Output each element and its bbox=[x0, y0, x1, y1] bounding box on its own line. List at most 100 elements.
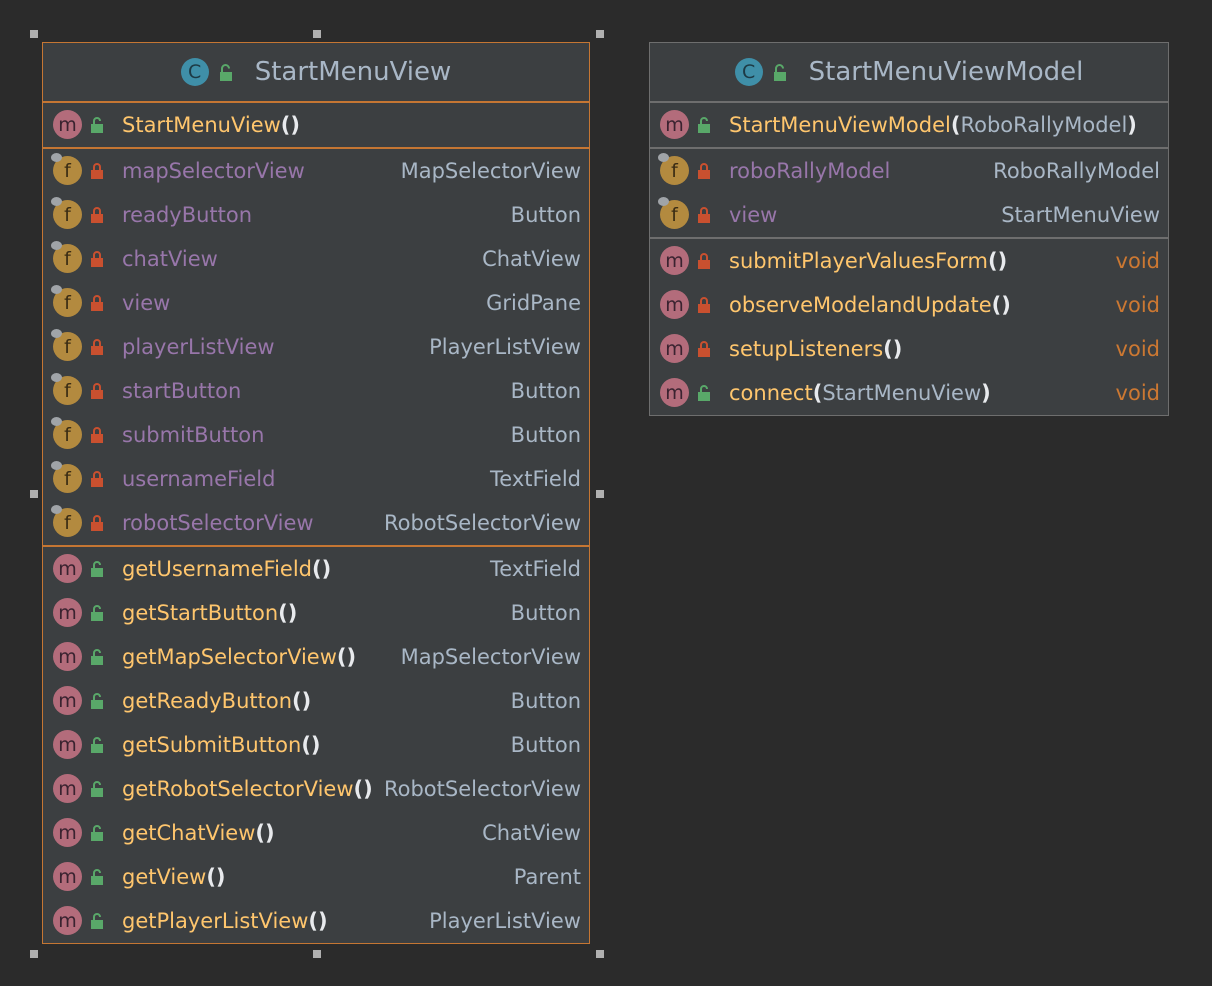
open-lock-icon bbox=[91, 825, 103, 841]
method-icon: m bbox=[53, 686, 82, 715]
method-row[interactable]: m getSubmitButton() Button bbox=[43, 723, 589, 767]
open-lock-icon bbox=[91, 649, 103, 665]
return-type: MapSelectorView bbox=[400, 159, 581, 183]
method-icon: m bbox=[53, 906, 82, 935]
return-type: Button bbox=[510, 423, 581, 447]
return-type: PlayerListView bbox=[429, 335, 581, 359]
closed-lock-icon bbox=[91, 383, 103, 399]
method-row[interactable]: m getReadyButton() Button bbox=[43, 679, 589, 723]
return-type: Button bbox=[510, 733, 581, 757]
field-name: mapSelectorView bbox=[122, 159, 305, 183]
field-row[interactable]: f view GridPane bbox=[43, 281, 589, 325]
resize-handle-top-right[interactable] bbox=[596, 30, 604, 38]
method-icon: m bbox=[660, 110, 689, 139]
class-box-startmenuview[interactable]: C StartMenuView m StartMenuView() f mapSel… bbox=[42, 42, 590, 944]
field-row[interactable]: f view StartMenuView bbox=[650, 193, 1168, 237]
constructor-row[interactable]: m StartMenuView() bbox=[43, 103, 589, 147]
closed-lock-icon bbox=[91, 515, 103, 531]
resize-handle-bottom[interactable] bbox=[313, 950, 321, 958]
method-row[interactable]: m getView() Parent bbox=[43, 855, 589, 899]
field-icon: f bbox=[51, 505, 82, 537]
class-icon: C bbox=[180, 58, 209, 86]
resize-handle-bottom-right[interactable] bbox=[596, 950, 604, 958]
method-row[interactable]: m setupListeners() void bbox=[650, 327, 1168, 371]
fields-section: f mapSelectorView MapSelectorView f readyBut… bbox=[43, 149, 589, 545]
field-row[interactable]: f usernameField TextField bbox=[43, 457, 589, 501]
method-icon: m bbox=[53, 818, 82, 847]
closed-lock-icon bbox=[91, 251, 103, 267]
open-lock-icon bbox=[219, 63, 232, 81]
method-name: connect(StartMenuView) bbox=[729, 381, 991, 405]
open-lock-icon bbox=[91, 605, 103, 621]
field-name: usernameField bbox=[122, 467, 276, 491]
class-icon: C bbox=[734, 58, 763, 86]
field-name: readyButton bbox=[122, 203, 253, 227]
return-type: Parent bbox=[513, 865, 581, 889]
resize-handle-top-left[interactable] bbox=[30, 30, 38, 38]
field-row[interactable]: f submitButton Button bbox=[43, 413, 589, 457]
method-icon: m bbox=[53, 642, 82, 671]
resize-handle-left[interactable] bbox=[30, 490, 38, 498]
method-row[interactable]: m observeModelandUpdate() void bbox=[650, 283, 1168, 327]
method-row[interactable]: m getChatView() ChatView bbox=[43, 811, 589, 855]
resize-handle-top[interactable] bbox=[313, 30, 321, 38]
closed-lock-icon bbox=[698, 341, 710, 357]
open-lock-icon bbox=[698, 385, 710, 401]
return-type: RobotSelectorView bbox=[383, 777, 581, 801]
method-name: observeModelandUpdate() bbox=[729, 293, 1011, 317]
field-name: view bbox=[122, 291, 171, 315]
closed-lock-icon bbox=[91, 207, 103, 223]
return-type: RobotSelectorView bbox=[383, 511, 581, 535]
return-type: void bbox=[1115, 249, 1160, 273]
field-icon: f bbox=[51, 373, 82, 405]
field-row[interactable]: f startButton Button bbox=[43, 369, 589, 413]
methods-section: m getUsernameField() TextField m getStartBut… bbox=[43, 547, 589, 943]
closed-lock-icon bbox=[698, 253, 710, 269]
method-row[interactable]: m getStartButton() Button bbox=[43, 591, 589, 635]
return-type: ChatView bbox=[482, 821, 581, 845]
field-row[interactable]: f mapSelectorView MapSelectorView bbox=[43, 149, 589, 193]
closed-lock-icon bbox=[698, 207, 710, 223]
field-icon: f bbox=[51, 285, 82, 317]
class-header: C StartMenuViewModel bbox=[650, 43, 1168, 101]
method-name: getPlayerListView() bbox=[122, 909, 328, 933]
return-type: ChatView bbox=[482, 247, 581, 271]
constructor-name: StartMenuViewModel(RoboRallyModel) bbox=[729, 113, 1137, 137]
return-type: Button bbox=[510, 601, 581, 625]
method-row[interactable]: m submitPlayerValuesForm() void bbox=[650, 239, 1168, 283]
closed-lock-icon bbox=[698, 297, 710, 313]
open-lock-icon bbox=[91, 693, 103, 709]
method-icon: m bbox=[53, 774, 82, 803]
method-row[interactable]: m getPlayerListView() PlayerListView bbox=[43, 899, 589, 943]
resize-handle-bottom-left[interactable] bbox=[30, 950, 38, 958]
field-row[interactable]: f chatView ChatView bbox=[43, 237, 589, 281]
open-lock-icon bbox=[698, 117, 710, 133]
field-row[interactable]: f playerListView PlayerListView bbox=[43, 325, 589, 369]
method-icon: m bbox=[660, 378, 689, 407]
class-header: C StartMenuView bbox=[43, 43, 589, 101]
method-row[interactable]: m getUsernameField() TextField bbox=[43, 547, 589, 591]
resize-handle-right[interactable] bbox=[596, 490, 604, 498]
open-lock-icon bbox=[773, 63, 786, 81]
method-icon: m bbox=[53, 110, 82, 139]
return-type: RoboRallyModel bbox=[993, 159, 1160, 183]
field-row[interactable]: f robotSelectorView RobotSelectorView bbox=[43, 501, 589, 545]
method-row[interactable]: m connect(StartMenuView) void bbox=[650, 371, 1168, 415]
method-name: setupListeners() bbox=[729, 337, 903, 361]
method-name: getRobotSelectorView() bbox=[122, 777, 373, 801]
constructor-row[interactable]: m StartMenuViewModel(RoboRallyModel) bbox=[650, 103, 1168, 147]
closed-lock-icon bbox=[91, 339, 103, 355]
method-icon: m bbox=[53, 598, 82, 627]
field-icon: f bbox=[51, 329, 82, 361]
method-row[interactable]: m getRobotSelectorView() RobotSelectorView bbox=[43, 767, 589, 811]
method-row[interactable]: m getMapSelectorView() MapSelectorView bbox=[43, 635, 589, 679]
field-row[interactable]: f roboRallyModel RoboRallyModel bbox=[650, 149, 1168, 193]
class-box-startmenuviewmodel[interactable]: C StartMenuViewModel m StartMenuViewMode… bbox=[649, 42, 1169, 416]
return-type: StartMenuView bbox=[1001, 203, 1160, 227]
method-name: getView() bbox=[122, 865, 226, 889]
field-icon: f bbox=[51, 461, 82, 493]
closed-lock-icon bbox=[91, 427, 103, 443]
field-row[interactable]: f readyButton Button bbox=[43, 193, 589, 237]
return-type: TextField bbox=[490, 557, 581, 581]
method-name: getChatView() bbox=[122, 821, 275, 845]
